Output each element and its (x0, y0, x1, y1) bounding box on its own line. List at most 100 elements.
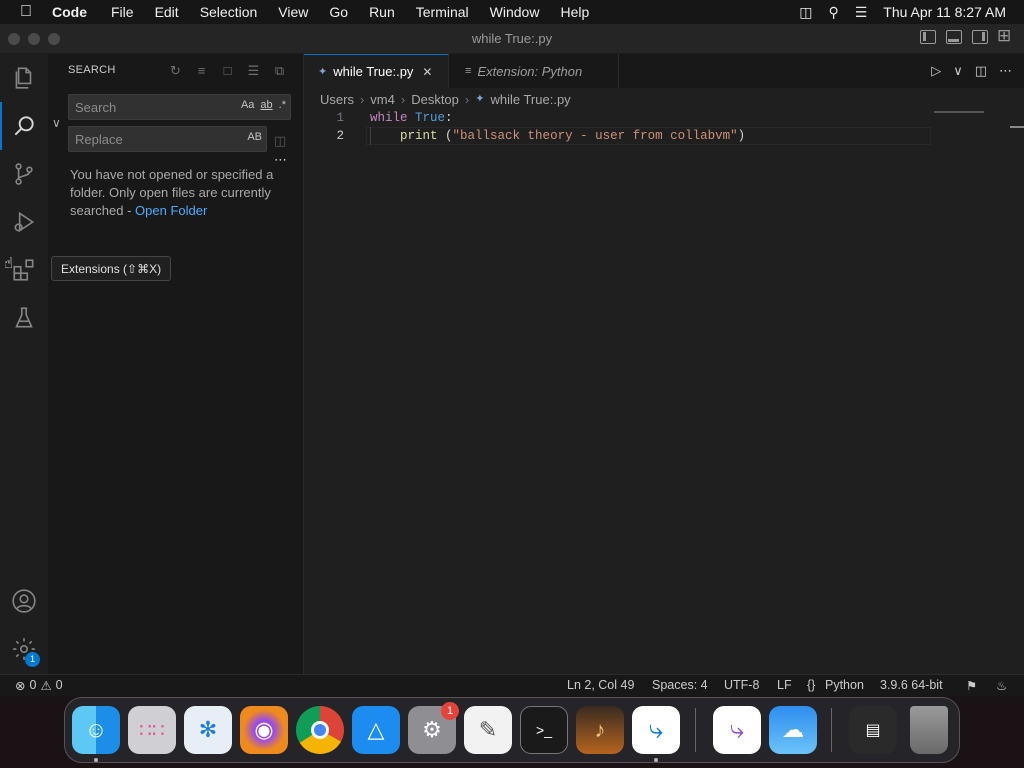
breadcrumb-file[interactable]: while True:.py (490, 92, 570, 107)
activity-bar: 1 (0, 54, 48, 674)
menu-app-code[interactable]: Code (52, 4, 87, 20)
trash-icon[interactable] (910, 706, 948, 754)
beaker-icon[interactable] (0, 294, 48, 342)
split-editor-icon[interactable]: ◫ (975, 63, 987, 79)
window-controls (8, 33, 60, 45)
dock-separator (831, 708, 832, 752)
tab-while-true-py[interactable]: ✦ while True:.py ✕ (304, 54, 449, 88)
error-count: 0 (29, 678, 37, 692)
spotlight-search-icon[interactable]: ⚲ (828, 4, 838, 21)
problems-status[interactable]: ⊗ 0 ⚠ 0 (15, 678, 63, 693)
breadcrumb-users[interactable]: Users (320, 92, 354, 107)
new-search-editor-icon[interactable]: □ (220, 63, 235, 79)
toggle-secondary-sidebar-icon[interactable] (972, 30, 988, 44)
menu-file[interactable]: File (111, 4, 134, 20)
menubar-clock[interactable]: Thu Apr 11 8:27 AM (883, 4, 1006, 20)
run-python-file-icon[interactable]: ▷ (931, 63, 941, 79)
weather-icon[interactable]: ☁ (769, 706, 817, 754)
account-icon[interactable] (0, 577, 48, 625)
toggle-replace-chevron-icon[interactable]: ∨ (52, 116, 61, 130)
toggle-panel-icon[interactable] (946, 30, 962, 44)
mouse-pointer-hand-icon: ☝ (4, 255, 14, 272)
menu-run[interactable]: Run (369, 4, 395, 20)
open-folder-link[interactable]: Open Folder (135, 203, 207, 218)
window-title: while True:.py (471, 31, 553, 46)
textedit-icon[interactable]: ✎ (464, 706, 512, 754)
chrome-icon[interactable] (296, 706, 344, 754)
language-mode[interactable]: Python (825, 678, 864, 692)
breadcrumb-separator-icon: › (359, 92, 365, 107)
close-window-button[interactable] (8, 33, 20, 45)
replace-input-placeholder: Replace (75, 131, 123, 147)
search-icon[interactable] (0, 102, 48, 150)
zoom-window-button[interactable] (48, 33, 60, 45)
python-file-icon: ✦ (318, 66, 328, 78)
finder-icon[interactable]: ☺ (72, 706, 120, 754)
collapse-all-icon[interactable]: ⧉ (272, 63, 287, 79)
menu-help[interactable]: Help (560, 4, 589, 20)
breadcrumb-vm4[interactable]: vm4 (370, 92, 395, 107)
run-debug-icon[interactable] (0, 198, 48, 246)
gear-icon[interactable]: 1 (0, 625, 48, 673)
firefox-icon[interactable]: ◉ (240, 706, 288, 754)
tab-extension-python[interactable]: ≡ Extension: Python (449, 54, 619, 88)
control-center-icon[interactable]: ☰ (855, 4, 868, 21)
visual-studio-icon[interactable]: ⤷ (713, 706, 761, 754)
clear-results-icon[interactable]: ≡ (194, 63, 209, 79)
view-as-tree-icon[interactable]: ☰ (246, 63, 261, 79)
colon: : (445, 111, 453, 125)
open-paren: ( (437, 129, 453, 143)
customize-layout-icon[interactable] (997, 26, 1014, 46)
use-regex-toggle[interactable]: .* (279, 99, 286, 111)
search-input[interactable]: Search Aa ab .* (68, 94, 291, 120)
apple-menu-icon[interactable]:  (0, 3, 52, 21)
eol-status[interactable]: LF (777, 678, 792, 692)
breadcrumb-separator-icon: › (400, 92, 406, 107)
source-control-icon[interactable] (0, 150, 48, 198)
extension-preview-icon: ≡ (465, 65, 472, 77)
notifications-bell-icon[interactable]: ♨ (996, 678, 1007, 693)
explorer-icon[interactable] (0, 54, 48, 102)
garageband-icon[interactable]: ♪ (576, 706, 624, 754)
menu-go[interactable]: Go (329, 4, 348, 20)
safari-icon[interactable]: ✻ (184, 706, 232, 754)
editor-tab-bar: ✦ while True:.py ✕ ≡ Extension: Python ▷… (304, 54, 1024, 88)
terminal-icon[interactable]: >_ (520, 706, 568, 754)
breadcrumb-desktop[interactable]: Desktop (411, 92, 459, 107)
keyword-while: while (370, 111, 408, 125)
screen-mirroring-icon[interactable]: ◫ (799, 4, 812, 21)
replace-input[interactable]: Replace AB (68, 126, 267, 152)
settings-update-badge: 1 (25, 652, 40, 667)
search-sidebar: SEARCH ↻ ≡ □ ☰ ⧉ ∨ Search Aa ab .* Repla… (48, 54, 304, 674)
window-titlebar: while True:.py (0, 24, 1024, 54)
feedback-icon[interactable]: ⚑ (966, 678, 977, 693)
toggle-primary-sidebar-icon[interactable] (920, 30, 936, 44)
no-folder-message: You have not opened or specified a folde… (70, 166, 286, 220)
menu-edit[interactable]: Edit (155, 4, 179, 20)
code-editor[interactable]: Users › vm4 › Desktop › ✦ while True:.py… (304, 88, 1024, 674)
menu-window[interactable]: Window (490, 4, 540, 20)
refresh-icon[interactable]: ↻ (168, 63, 183, 79)
encoding-status[interactable]: UTF-8 (724, 678, 759, 692)
python-interpreter[interactable]: 3.9.6 64-bit (880, 678, 943, 692)
cursor-position[interactable]: Ln 2, Col 49 (567, 678, 634, 692)
launchpad-icon[interactable]: ∷∷ (128, 706, 176, 754)
replace-all-icon[interactable]: ◫ (274, 133, 286, 149)
tab-label: Extension: Python (477, 63, 583, 79)
minimap[interactable] (934, 111, 984, 113)
app-store-icon[interactable]: △ (352, 706, 400, 754)
menu-selection[interactable]: Selection (200, 4, 258, 20)
run-options-chevron-icon[interactable]: ∨ (953, 63, 963, 79)
preserve-case-toggle[interactable]: AB (247, 131, 262, 143)
menu-terminal[interactable]: Terminal (416, 4, 469, 20)
indentation-status[interactable]: Spaces: 4 (652, 678, 708, 692)
vscode-icon[interactable]: ⤷ (632, 706, 680, 754)
language-braces-icon: {} (807, 678, 816, 692)
chrome-window-minimized-icon[interactable]: ▤ (849, 706, 897, 754)
more-actions-icon[interactable]: ⋯ (999, 63, 1012, 79)
menu-view[interactable]: View (278, 4, 308, 20)
close-tab-icon[interactable]: ✕ (422, 65, 432, 79)
match-case-toggle[interactable]: Aa (241, 99, 254, 111)
minimize-window-button[interactable] (28, 33, 40, 45)
match-whole-word-toggle[interactable]: ab (260, 99, 272, 111)
